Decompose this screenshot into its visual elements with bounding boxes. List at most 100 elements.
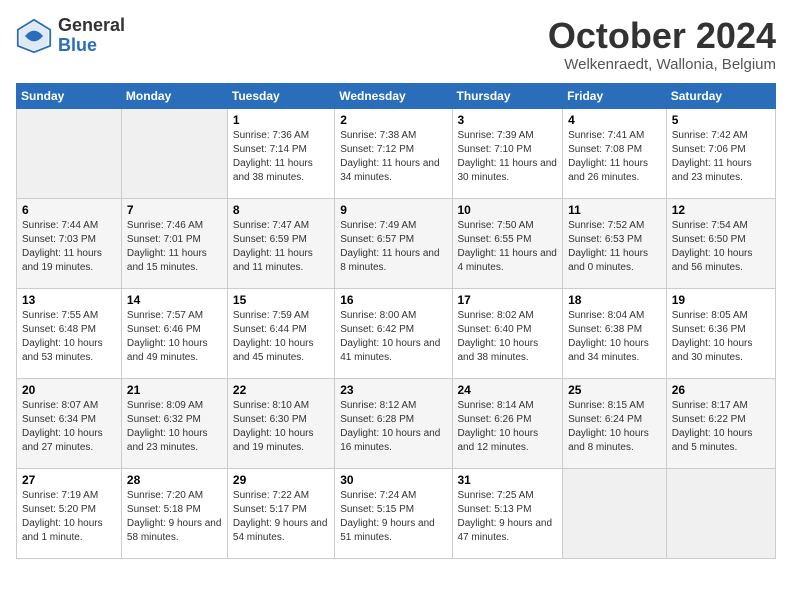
day-info: Sunrise: 7:57 AM Sunset: 6:46 PM Dayligh… [127,309,222,365]
page-header: General Blue October 2024 Welkenraedt, W… [16,16,776,73]
calendar-week-row: 13 Sunrise: 7:55 AM Sunset: 6:48 PM Dayli… [17,288,776,378]
calendar-cell: 16 Sunrise: 8:00 AM Sunset: 6:42 PM Dayli… [335,288,452,378]
day-info: Sunrise: 7:41 AM Sunset: 7:08 PM Dayligh… [568,129,661,185]
weekday-header: Friday [563,83,667,108]
day-info: Sunrise: 7:36 AM Sunset: 7:14 PM Dayligh… [233,129,329,185]
calendar-cell: 26 Sunrise: 8:17 AM Sunset: 6:22 PM Dayli… [666,378,775,468]
calendar-cell: 31Sunrise: 7:25 AM Sunset: 5:13 PM Dayli… [452,468,563,558]
day-number: 5 [672,113,770,127]
weekday-row: SundayMondayTuesdayWednesdayThursdayFrid… [17,83,776,108]
calendar-cell: 27Sunrise: 7:19 AM Sunset: 5:20 PM Dayli… [17,468,122,558]
calendar-subtitle: Welkenraedt, Wallonia, Belgium [548,56,776,73]
day-number: 14 [127,293,222,307]
calendar-table: SundayMondayTuesdayWednesdayThursdayFrid… [16,83,776,559]
weekday-header: Sunday [17,83,122,108]
day-number: 18 [568,293,661,307]
day-info: Sunrise: 8:10 AM Sunset: 6:30 PM Dayligh… [233,399,329,455]
day-info: Sunrise: 8:00 AM Sunset: 6:42 PM Dayligh… [340,309,446,365]
day-info: Sunrise: 8:07 AM Sunset: 6:34 PM Dayligh… [22,399,116,455]
calendar-cell: 15 Sunrise: 7:59 AM Sunset: 6:44 PM Dayli… [227,288,334,378]
calendar-cell: 6 Sunrise: 7:44 AM Sunset: 7:03 PM Daylig… [17,198,122,288]
day-info: Sunrise: 7:20 AM Sunset: 5:18 PM Dayligh… [127,489,222,545]
calendar-cell: 24Sunrise: 8:14 AM Sunset: 6:26 PM Dayli… [452,378,563,468]
calendar-cell [17,108,122,198]
weekday-header: Tuesday [227,83,334,108]
day-info: Sunrise: 7:42 AM Sunset: 7:06 PM Dayligh… [672,129,770,185]
day-number: 11 [568,203,661,217]
calendar-week-row: 20 Sunrise: 8:07 AM Sunset: 6:34 PM Dayli… [17,378,776,468]
day-number: 10 [458,203,558,217]
weekday-header: Thursday [452,83,563,108]
day-info: Sunrise: 8:04 AM Sunset: 6:38 PM Dayligh… [568,309,661,365]
day-number: 17 [458,293,558,307]
day-number: 4 [568,113,661,127]
day-info: Sunrise: 8:05 AM Sunset: 6:36 PM Dayligh… [672,309,770,365]
day-info: Sunrise: 7:24 AM Sunset: 5:15 PM Dayligh… [340,489,446,545]
logo-general-text: General [58,16,125,36]
day-number: 23 [340,383,446,397]
day-number: 27 [22,473,116,487]
day-info: Sunrise: 7:54 AM Sunset: 6:50 PM Dayligh… [672,219,770,275]
day-info: Sunrise: 7:50 AM Sunset: 6:55 PM Dayligh… [458,219,558,275]
day-number: 26 [672,383,770,397]
day-info: Sunrise: 7:59 AM Sunset: 6:44 PM Dayligh… [233,309,329,365]
day-number: 1 [233,113,329,127]
calendar-cell: 30 Sunrise: 7:24 AM Sunset: 5:15 PM Dayli… [335,468,452,558]
day-number: 8 [233,203,329,217]
calendar-title: October 2024 [548,16,776,56]
day-info: Sunrise: 8:02 AM Sunset: 6:40 PM Dayligh… [458,309,558,365]
day-info: Sunrise: 7:49 AM Sunset: 6:57 PM Dayligh… [340,219,446,275]
logo-icon [16,18,52,54]
calendar-cell: 7 Sunrise: 7:46 AM Sunset: 7:01 PM Daylig… [121,198,227,288]
day-number: 16 [340,293,446,307]
calendar-cell: 10 Sunrise: 7:50 AM Sunset: 6:55 PM Dayli… [452,198,563,288]
day-number: 7 [127,203,222,217]
calendar-cell: 20 Sunrise: 8:07 AM Sunset: 6:34 PM Dayli… [17,378,122,468]
calendar-header: SundayMondayTuesdayWednesdayThursdayFrid… [17,83,776,108]
day-number: 22 [233,383,329,397]
day-info: Sunrise: 8:17 AM Sunset: 6:22 PM Dayligh… [672,399,770,455]
calendar-cell: 25Sunrise: 8:15 AM Sunset: 6:24 PM Dayli… [563,378,667,468]
day-info: Sunrise: 7:46 AM Sunset: 7:01 PM Dayligh… [127,219,222,275]
calendar-cell: 28Sunrise: 7:20 AM Sunset: 5:18 PM Dayli… [121,468,227,558]
day-number: 29 [233,473,329,487]
calendar-cell: 21Sunrise: 8:09 AM Sunset: 6:32 PM Dayli… [121,378,227,468]
calendar-week-row: 6 Sunrise: 7:44 AM Sunset: 7:03 PM Daylig… [17,198,776,288]
calendar-cell: 2Sunrise: 7:38 AM Sunset: 7:12 PM Daylig… [335,108,452,198]
calendar-cell [563,468,667,558]
logo-text: General Blue [58,16,125,56]
day-number: 30 [340,473,446,487]
calendar-cell: 1 Sunrise: 7:36 AM Sunset: 7:14 PM Daylig… [227,108,334,198]
weekday-header: Monday [121,83,227,108]
day-number: 9 [340,203,446,217]
day-info: Sunrise: 7:38 AM Sunset: 7:12 PM Dayligh… [340,129,446,185]
calendar-cell [121,108,227,198]
calendar-cell: 22 Sunrise: 8:10 AM Sunset: 6:30 PM Dayli… [227,378,334,468]
day-info: Sunrise: 7:39 AM Sunset: 7:10 PM Dayligh… [458,129,558,185]
calendar-cell: 8 Sunrise: 7:47 AM Sunset: 6:59 PM Daylig… [227,198,334,288]
calendar-cell: 13 Sunrise: 7:55 AM Sunset: 6:48 PM Dayli… [17,288,122,378]
day-info: Sunrise: 7:22 AM Sunset: 5:17 PM Dayligh… [233,489,329,545]
day-number: 19 [672,293,770,307]
day-number: 20 [22,383,116,397]
day-number: 13 [22,293,116,307]
title-area: October 2024 Welkenraedt, Wallonia, Belg… [548,16,776,73]
calendar-body: 1 Sunrise: 7:36 AM Sunset: 7:14 PM Daylig… [17,108,776,558]
day-info: Sunrise: 7:55 AM Sunset: 6:48 PM Dayligh… [22,309,116,365]
day-number: 15 [233,293,329,307]
calendar-cell [666,468,775,558]
calendar-cell: 18 Sunrise: 8:04 AM Sunset: 6:38 PM Dayli… [563,288,667,378]
weekday-header: Saturday [666,83,775,108]
calendar-week-row: 27Sunrise: 7:19 AM Sunset: 5:20 PM Dayli… [17,468,776,558]
day-number: 6 [22,203,116,217]
day-number: 12 [672,203,770,217]
calendar-cell: 3Sunrise: 7:39 AM Sunset: 7:10 PM Daylig… [452,108,563,198]
calendar-cell: 14 Sunrise: 7:57 AM Sunset: 6:46 PM Dayli… [121,288,227,378]
day-info: Sunrise: 7:47 AM Sunset: 6:59 PM Dayligh… [233,219,329,275]
logo-blue-text: Blue [58,36,125,56]
day-info: Sunrise: 7:44 AM Sunset: 7:03 PM Dayligh… [22,219,116,275]
calendar-cell: 29 Sunrise: 7:22 AM Sunset: 5:17 PM Dayli… [227,468,334,558]
weekday-header: Wednesday [335,83,452,108]
day-info: Sunrise: 8:14 AM Sunset: 6:26 PM Dayligh… [458,399,558,455]
calendar-cell: 12 Sunrise: 7:54 AM Sunset: 6:50 PM Dayli… [666,198,775,288]
